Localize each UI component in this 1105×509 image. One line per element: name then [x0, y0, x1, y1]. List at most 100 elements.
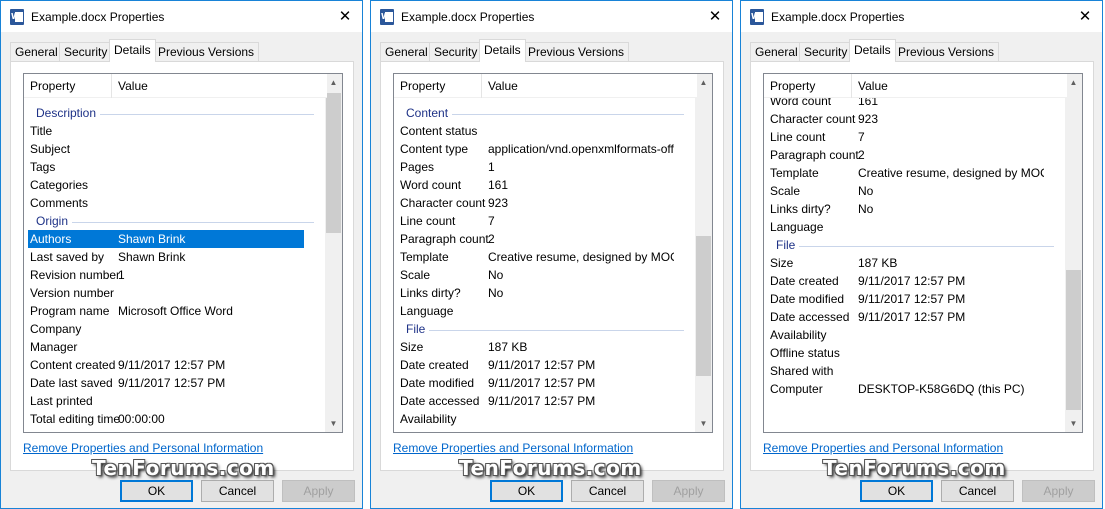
- property-value[interactable]: 187 KB: [488, 340, 674, 354]
- close-icon[interactable]: ✕: [332, 5, 358, 27]
- property-value[interactable]: 1: [118, 268, 304, 282]
- property-row[interactable]: Date modified 9/11/2017 12:57 PM: [768, 290, 1044, 308]
- property-row[interactable]: Program name Microsoft Office Word: [28, 302, 304, 320]
- property-row[interactable]: Character count 923: [398, 194, 674, 212]
- tab-general[interactable]: General: [10, 42, 63, 61]
- scroll-up-arrow-icon[interactable]: ▲: [695, 74, 712, 91]
- property-row[interactable]: Word count 161: [398, 176, 674, 194]
- property-value[interactable]: No: [858, 202, 1044, 216]
- property-value[interactable]: 9/11/2017 12:57 PM: [118, 358, 304, 372]
- property-value[interactable]: No: [488, 286, 674, 300]
- property-value[interactable]: 187 KB: [858, 256, 1044, 270]
- apply-button[interactable]: Apply: [652, 480, 725, 502]
- scroll-up-arrow-icon[interactable]: ▲: [1065, 74, 1082, 91]
- property-value[interactable]: 2: [858, 148, 1044, 162]
- property-row[interactable]: Last printed: [28, 392, 304, 410]
- column-header-property[interactable]: Property: [400, 79, 445, 93]
- property-row[interactable]: Paragraph count 2: [768, 146, 1044, 164]
- vertical-scrollbar[interactable]: ▲ ▼: [695, 74, 712, 432]
- remove-properties-link[interactable]: Remove Properties and Personal Informati…: [393, 441, 633, 455]
- tab-general[interactable]: General: [380, 42, 433, 61]
- property-value[interactable]: No: [858, 184, 1044, 198]
- property-row[interactable]: Date created 9/11/2017 12:57 PM: [768, 272, 1044, 290]
- property-row[interactable]: Scale No: [398, 266, 674, 284]
- close-icon[interactable]: ✕: [702, 5, 728, 27]
- property-row[interactable]: Template Creative resume, designed by MOO…: [398, 248, 674, 266]
- column-header-value[interactable]: Value: [118, 79, 148, 93]
- column-header-value[interactable]: Value: [488, 79, 518, 93]
- remove-properties-link[interactable]: Remove Properties and Personal Informati…: [23, 441, 263, 455]
- property-value[interactable]: No: [488, 268, 674, 282]
- property-row[interactable]: Offline status: [768, 344, 1044, 362]
- property-value[interactable]: Microsoft Office Word: [118, 304, 304, 318]
- property-list[interactable]: Property Value Word count 161 Character co…: [763, 73, 1083, 433]
- property-row[interactable]: Content type application/vnd.openxmlforma…: [398, 140, 674, 158]
- property-row[interactable]: Date accessed 9/11/2017 12:57 PM: [768, 308, 1044, 326]
- tab-details[interactable]: Details: [849, 39, 896, 62]
- property-value[interactable]: 2: [488, 232, 674, 246]
- property-row[interactable]: Title: [28, 122, 304, 140]
- property-row[interactable]: Comments: [28, 194, 304, 212]
- property-row[interactable]: Size 187 KB: [398, 338, 674, 356]
- column-header-property[interactable]: Property: [770, 79, 815, 93]
- property-list[interactable]: Property Value Content Content status Cont…: [393, 73, 713, 433]
- property-value[interactable]: 00:00:00: [118, 412, 304, 426]
- property-row[interactable]: Tags: [28, 158, 304, 176]
- column-header-value[interactable]: Value: [858, 79, 888, 93]
- property-row[interactable]: Scale No: [768, 182, 1044, 200]
- property-row[interactable]: Template Creative resume, designed by MOO…: [768, 164, 1044, 182]
- tab-security[interactable]: Security: [429, 42, 483, 61]
- property-row[interactable]: Computer DESKTOP-K58G6DQ (this PC): [768, 380, 1044, 398]
- property-value[interactable]: 9/11/2017 12:57 PM: [858, 274, 1044, 288]
- property-value[interactable]: 7: [488, 214, 674, 228]
- scroll-down-arrow-icon[interactable]: ▼: [1065, 415, 1082, 432]
- property-row[interactable]: Character count 923: [768, 110, 1044, 128]
- apply-button[interactable]: Apply: [1022, 480, 1095, 502]
- ok-button[interactable]: OK: [490, 480, 563, 502]
- property-value[interactable]: application/vnd.openxmlformats-offi...: [488, 142, 674, 156]
- property-row[interactable]: Word count 161: [768, 98, 1044, 110]
- property-value[interactable]: 9/11/2017 12:57 PM: [858, 292, 1044, 306]
- property-value[interactable]: 161: [858, 98, 1044, 108]
- property-row[interactable]: Last saved by Shawn Brink: [28, 248, 304, 266]
- property-row[interactable]: Company: [28, 320, 304, 338]
- scrollbar-thumb[interactable]: [326, 93, 341, 233]
- property-row[interactable]: Authors Shawn Brink: [28, 230, 304, 248]
- scroll-down-arrow-icon[interactable]: ▼: [325, 415, 342, 432]
- property-value[interactable]: 923: [858, 112, 1044, 126]
- property-value[interactable]: Creative resume, designed by MOO....: [858, 166, 1044, 180]
- tab-security[interactable]: Security: [59, 42, 113, 61]
- tab-previous-versions[interactable]: Previous Versions: [523, 42, 630, 61]
- tab-general[interactable]: General: [750, 42, 803, 61]
- property-row[interactable]: Links dirty? No: [768, 200, 1044, 218]
- property-row[interactable]: Line count 7: [768, 128, 1044, 146]
- cancel-button[interactable]: Cancel: [201, 480, 274, 502]
- property-list[interactable]: Property Value Description Title Subject Ta…: [23, 73, 343, 433]
- property-value[interactable]: 7: [858, 130, 1044, 144]
- column-divider[interactable]: [481, 74, 482, 98]
- tab-previous-versions[interactable]: Previous Versions: [153, 42, 260, 61]
- property-value[interactable]: 9/11/2017 12:57 PM: [118, 376, 304, 390]
- property-row[interactable]: Paragraph count 2: [398, 230, 674, 248]
- cancel-button[interactable]: Cancel: [571, 480, 644, 502]
- property-value[interactable]: 1: [488, 160, 674, 174]
- property-value[interactable]: Creative resume, designed by MOO....: [488, 250, 674, 264]
- property-row[interactable]: Categories: [28, 176, 304, 194]
- property-row[interactable]: Subject: [28, 140, 304, 158]
- property-row[interactable]: Pages 1: [398, 158, 674, 176]
- apply-button[interactable]: Apply: [282, 480, 355, 502]
- property-value[interactable]: 9/11/2017 12:57 PM: [488, 376, 674, 390]
- property-row[interactable]: Date accessed 9/11/2017 12:57 PM: [398, 392, 674, 410]
- property-row[interactable]: Manager: [28, 338, 304, 356]
- vertical-scrollbar[interactable]: ▲ ▼: [325, 74, 342, 432]
- property-row[interactable]: Date last saved 9/11/2017 12:57 PM: [28, 374, 304, 392]
- property-value[interactable]: DESKTOP-K58G6DQ (this PC): [858, 382, 1044, 396]
- tab-previous-versions[interactable]: Previous Versions: [893, 42, 1000, 61]
- scrollbar-thumb[interactable]: [696, 236, 711, 376]
- close-icon[interactable]: ✕: [1072, 5, 1098, 27]
- scroll-down-arrow-icon[interactable]: ▼: [695, 415, 712, 432]
- property-row[interactable]: Links dirty? No: [398, 284, 674, 302]
- property-row[interactable]: Shared with: [768, 362, 1044, 380]
- property-value[interactable]: 161: [488, 178, 674, 192]
- scroll-up-arrow-icon[interactable]: ▲: [325, 74, 342, 91]
